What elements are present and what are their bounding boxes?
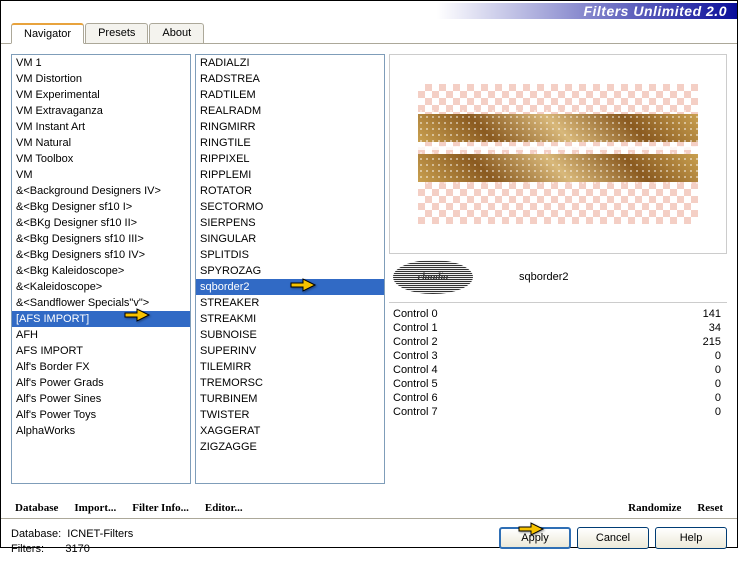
list-item[interactable]: &<Bkg Designers sf10 IV>: [12, 247, 190, 263]
control-slider[interactable]: Control 70: [389, 405, 725, 419]
list-item[interactable]: SUPERINV: [196, 343, 384, 359]
list-item[interactable]: VM Natural: [12, 135, 190, 151]
list-item[interactable]: RADSTREA: [196, 71, 384, 87]
list-item[interactable]: &<Bkg Kaleidoscope>: [12, 263, 190, 279]
list-item[interactable]: TREMORSC: [196, 375, 384, 391]
preview-image: [418, 84, 698, 224]
list-item[interactable]: ROTATOR: [196, 183, 384, 199]
tab-presets[interactable]: Presets: [85, 23, 148, 43]
tab-navigator[interactable]: Navigator: [11, 23, 84, 44]
control-slider[interactable]: Control 2215: [389, 335, 725, 349]
tab-bar: Navigator Presets About: [1, 23, 737, 44]
list-item[interactable]: AlphaWorks: [12, 423, 190, 439]
list-item[interactable]: Alf's Power Sines: [12, 391, 190, 407]
control-slider[interactable]: Control 0141: [389, 307, 725, 321]
list-item[interactable]: &<Bkg Designers sf10 III>: [12, 231, 190, 247]
list-item[interactable]: AFH: [12, 327, 190, 343]
footer-info: Database: ICNET-Filters Filters: 3170: [11, 527, 499, 557]
list-item[interactable]: &<BKg Designer sf10 II>: [12, 215, 190, 231]
list-item[interactable]: SPYROZAG: [196, 263, 384, 279]
database-button[interactable]: Database: [11, 500, 62, 516]
list-item[interactable]: SIERPENS: [196, 215, 384, 231]
control-slider[interactable]: Control 40: [389, 363, 725, 377]
current-filter-label: sqborder2: [519, 271, 569, 283]
list-item[interactable]: [AFS IMPORT]: [12, 311, 190, 327]
help-button[interactable]: Help: [655, 527, 727, 549]
list-item[interactable]: SPLITDIS: [196, 247, 384, 263]
control-slider[interactable]: Control 60: [389, 391, 725, 405]
filter-list[interactable]: RADIALZIRADSTREARADTILEMREALRADMRINGMIRR…: [195, 54, 385, 484]
list-item[interactable]: RADIALZI: [196, 55, 384, 71]
list-item[interactable]: SUBNOISE: [196, 327, 384, 343]
list-item[interactable]: &<Kaleidoscope>: [12, 279, 190, 295]
list-item[interactable]: ZIGZAGGE: [196, 439, 384, 455]
reset-button[interactable]: Reset: [693, 500, 727, 516]
list-item[interactable]: &<Bkg Designer sf10 I>: [12, 199, 190, 215]
control-slider[interactable]: Control 134: [389, 321, 725, 335]
list-item[interactable]: Alf's Border FX: [12, 359, 190, 375]
list-item[interactable]: sqborder2: [196, 279, 384, 295]
list-item[interactable]: TURBINEM: [196, 391, 384, 407]
list-item[interactable]: VM Instant Art: [12, 119, 190, 135]
apply-button[interactable]: Apply: [499, 527, 571, 549]
list-item[interactable]: RINGTILE: [196, 135, 384, 151]
list-item[interactable]: TWISTER: [196, 407, 384, 423]
cancel-button[interactable]: Cancel: [577, 527, 649, 549]
import-button[interactable]: Import...: [70, 500, 120, 516]
list-item[interactable]: RIPPIXEL: [196, 151, 384, 167]
control-slider[interactable]: Control 30: [389, 349, 725, 363]
controls-panel: Control 0141Control 134Control 2215Contr…: [389, 307, 727, 484]
app-title: Filters Unlimited 2.0: [437, 3, 737, 19]
list-item[interactable]: Alf's Power Toys: [12, 407, 190, 423]
list-item[interactable]: RINGMIRR: [196, 119, 384, 135]
filter-info-button[interactable]: Filter Info...: [128, 500, 193, 516]
list-item[interactable]: AFS IMPORT: [12, 343, 190, 359]
category-list[interactable]: VM 1VM DistortionVM ExperimentalVM Extra…: [11, 54, 191, 484]
list-item[interactable]: TILEMIRR: [196, 359, 384, 375]
list-item[interactable]: STREAKMI: [196, 311, 384, 327]
editor-button[interactable]: Editor...: [201, 500, 247, 516]
list-item[interactable]: SECTORMO: [196, 199, 384, 215]
list-item[interactable]: VM 1: [12, 55, 190, 71]
list-item[interactable]: RADTILEM: [196, 87, 384, 103]
list-item[interactable]: REALRADM: [196, 103, 384, 119]
list-item[interactable]: RIPPLEMI: [196, 167, 384, 183]
list-item[interactable]: SINGULAR: [196, 231, 384, 247]
list-item[interactable]: VM Experimental: [12, 87, 190, 103]
list-item[interactable]: VM Distortion: [12, 71, 190, 87]
randomize-button[interactable]: Randomize: [624, 500, 685, 516]
list-item[interactable]: VM: [12, 167, 190, 183]
list-item[interactable]: XAGGERAT: [196, 423, 384, 439]
list-item[interactable]: Alf's Power Grads: [12, 375, 190, 391]
list-item[interactable]: &<Background Designers IV>: [12, 183, 190, 199]
list-item[interactable]: STREAKER: [196, 295, 384, 311]
control-slider[interactable]: Control 50: [389, 377, 725, 391]
list-item[interactable]: VM Extravaganza: [12, 103, 190, 119]
list-item[interactable]: VM Toolbox: [12, 151, 190, 167]
list-item[interactable]: &<Sandflower Specials"v">: [12, 295, 190, 311]
tab-about[interactable]: About: [149, 23, 204, 43]
preview-panel: [389, 54, 727, 254]
author-badge: claudia: [393, 260, 473, 294]
